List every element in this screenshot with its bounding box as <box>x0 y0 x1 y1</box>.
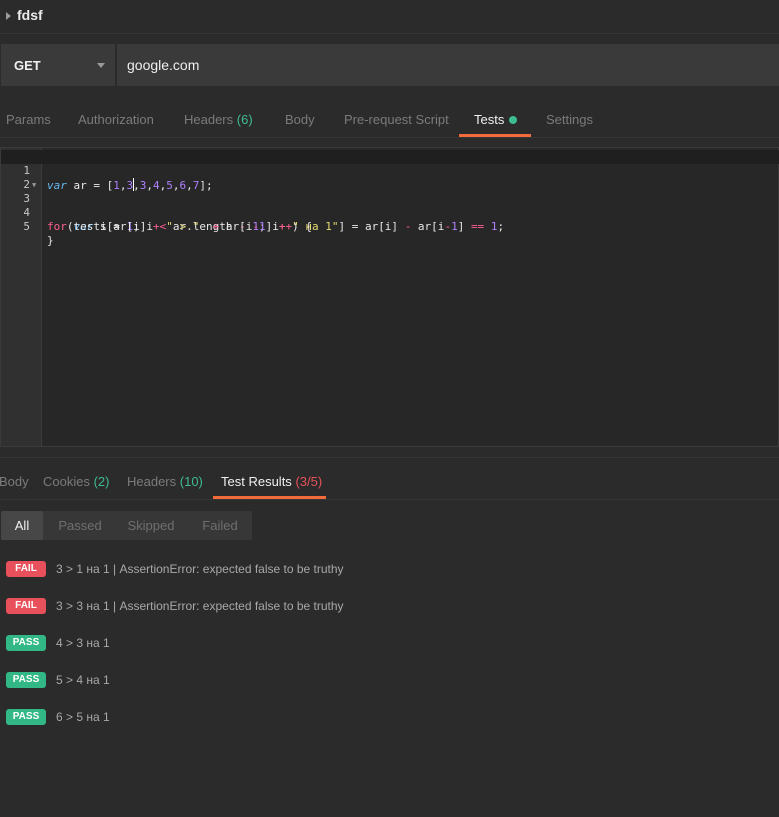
test-result-text: 4 > 3 на 1 <box>56 636 110 650</box>
url-input[interactable] <box>117 44 779 86</box>
tests-indicator-dot-icon <box>509 116 518 124</box>
code-line[interactable]: 5 } <box>1 206 779 247</box>
tab-body[interactable]: Body <box>285 112 315 127</box>
url-bar: GET <box>0 44 779 86</box>
pass-badge: PASS <box>6 635 46 651</box>
tab-settings[interactable]: Settings <box>546 112 593 127</box>
request-tabs: Params Authorization Headers (6) Body Pr… <box>0 100 779 138</box>
tab-cookies[interactable]: Cookies (2) <box>43 474 109 489</box>
tab-test-results[interactable]: Test Results (3/5) <box>221 474 322 489</box>
cookies-count: (2) <box>93 474 110 489</box>
test-result-text: 6 > 5 на 1 <box>56 710 110 724</box>
response-tabs: Body Cookies (2) Headers (10) Test Resul… <box>0 459 779 500</box>
test-result-text: 3 > 3 на 1 | AssertionError: expected fa… <box>56 599 344 613</box>
filter-passed[interactable]: Passed <box>51 511 109 540</box>
test-result-text: 5 > 4 на 1 <box>56 673 110 687</box>
test-results-filter: All Passed Skipped Failed <box>1 511 252 540</box>
line-number: 5 <box>23 220 30 233</box>
active-response-tab-underline <box>213 496 326 499</box>
tab-response-body[interactable]: Body <box>0 474 29 489</box>
test-result-text: 3 > 1 на 1 | AssertionError: expected fa… <box>56 562 344 576</box>
fold-arrow-icon[interactable]: ▼ <box>32 178 36 192</box>
code-line[interactable]: 2 <box>1 164 779 191</box>
tab-params[interactable]: Params <box>6 112 51 127</box>
chevron-down-icon[interactable] <box>97 63 105 68</box>
tab-authorization[interactable]: Authorization <box>78 112 154 127</box>
method-label: GET <box>14 58 41 73</box>
headers-count: (6) <box>236 112 253 127</box>
code-line[interactable]: 4 tests[ar[i] + " > " + ar[i-1] + " на 1… <box>1 192 779 233</box>
method-select[interactable]: GET <box>1 44 116 86</box>
filter-all[interactable]: All <box>1 511 43 540</box>
test-results-count: (3/5) <box>295 474 323 489</box>
filter-failed[interactable]: Failed <box>193 511 247 540</box>
tests-code-editor[interactable]: 1 var ar = [1,3,3,4,5,6,7]; 2 3 ▼ for(va… <box>0 147 779 447</box>
tab-pre-request-script[interactable]: Pre-request Script <box>344 112 449 127</box>
fail-badge: FAIL <box>6 561 46 577</box>
code-text: tests[ar[i] + " > " + ar[i-1] + " на 1"]… <box>47 220 505 233</box>
pane-divider[interactable] <box>0 457 779 458</box>
expand-caret-icon[interactable] <box>6 12 11 20</box>
tab-tests[interactable]: Tests <box>474 112 518 127</box>
request-title-bar: fdsf <box>0 0 779 34</box>
code-line[interactable]: 3 ▼ for(var i = 1; i < ar.length - 1; i+… <box>1 178 779 233</box>
tab-response-headers[interactable]: Headers (10) <box>127 474 203 489</box>
filter-skipped[interactable]: Skipped <box>119 511 183 540</box>
code-line[interactable]: 1 var ar = [1,3,3,4,5,6,7]; <box>1 150 779 192</box>
pass-badge: PASS <box>6 672 46 688</box>
active-tab-underline <box>459 134 531 137</box>
tab-headers[interactable]: Headers (6) <box>184 112 253 127</box>
code-text: } <box>47 234 54 247</box>
request-name[interactable]: fdsf <box>17 7 43 23</box>
pass-badge: PASS <box>6 709 46 725</box>
response-headers-count: (10) <box>179 474 203 489</box>
fail-badge: FAIL <box>6 598 46 614</box>
url-field[interactable] <box>117 44 779 86</box>
